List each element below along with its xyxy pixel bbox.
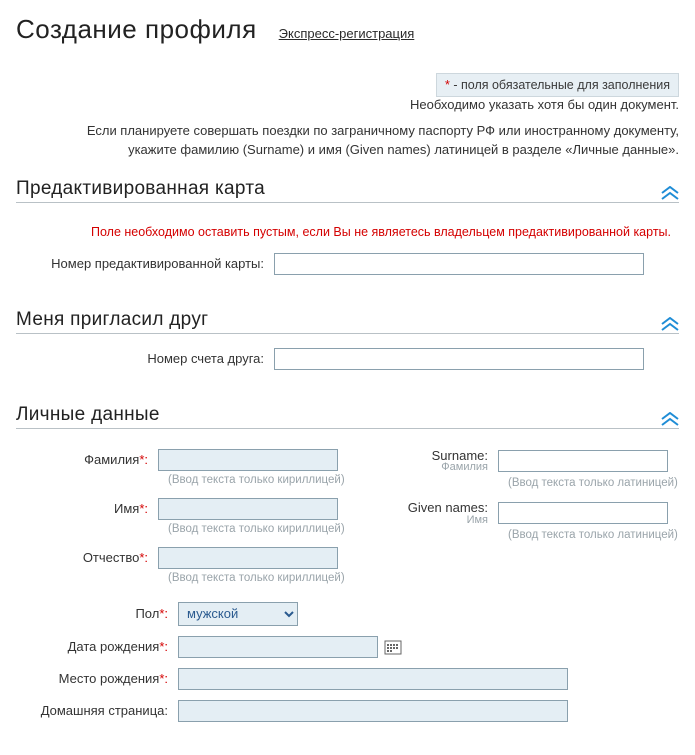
section-title-personal: Личные данные (16, 404, 160, 426)
required-fields-text: - поля обязательные для заполнения (450, 78, 670, 92)
preactivated-warning: Поле необходимо оставить пустым, если Вы… (24, 225, 671, 239)
surname-en-label: Surname: Фамилия (388, 449, 498, 474)
travel-note: Если планируете совершать поездки по заг… (16, 122, 679, 160)
given-en-label: Given names: Имя (388, 501, 498, 526)
surname-ru-input[interactable] (158, 449, 338, 471)
name-ru-input[interactable] (158, 498, 338, 520)
friend-number-label: Номер счета друга: (24, 351, 274, 366)
pob-input[interactable] (178, 668, 568, 690)
name-ru-hint: (Ввод текста только кириллицей) (168, 523, 348, 535)
given-en-input[interactable] (498, 502, 668, 524)
pob-label: Место рождения*: (28, 671, 178, 687)
name-ru-label: Имя*: (28, 501, 158, 517)
calendar-icon[interactable] (384, 639, 402, 655)
gender-select[interactable]: мужской (178, 602, 298, 626)
gender-label: Пол*: (28, 606, 178, 622)
express-registration-link[interactable]: Экспресс-регистрация (279, 26, 415, 41)
dob-label: Дата рождения*: (28, 639, 178, 655)
patronymic-hint: (Ввод текста только кириллицей) (168, 572, 348, 584)
section-title-friend: Меня пригласил друг (16, 309, 208, 331)
patronymic-label: Отчество*: (28, 550, 158, 566)
homepage-input[interactable] (178, 700, 568, 722)
surname-en-hint: (Ввод текста только латиницей) (508, 477, 695, 489)
chevron-double-up-icon[interactable] (661, 317, 679, 331)
surname-ru-hint: (Ввод текста только кириллицей) (168, 474, 348, 486)
given-en-hint: (Ввод текста только латиницей) (508, 529, 695, 541)
document-note: Необходимо указать хотя бы один документ… (16, 97, 679, 112)
chevron-double-up-icon[interactable] (661, 186, 679, 200)
preactivated-number-input[interactable] (274, 253, 644, 275)
chevron-double-up-icon[interactable] (661, 412, 679, 426)
homepage-label: Домашняя страница: (28, 703, 178, 719)
dob-input[interactable] (178, 636, 378, 658)
section-title-preactivated: Предактивированная карта (16, 178, 265, 200)
patronymic-input[interactable] (158, 547, 338, 569)
page-title: Создание профиля (16, 14, 257, 45)
surname-ru-label: Фамилия*: (28, 452, 158, 468)
surname-en-input[interactable] (498, 450, 668, 472)
friend-number-input[interactable] (274, 348, 644, 370)
preactivated-number-label: Номер предактивированной карты: (24, 256, 274, 271)
required-fields-note: * - поля обязательные для заполнения (436, 73, 679, 97)
